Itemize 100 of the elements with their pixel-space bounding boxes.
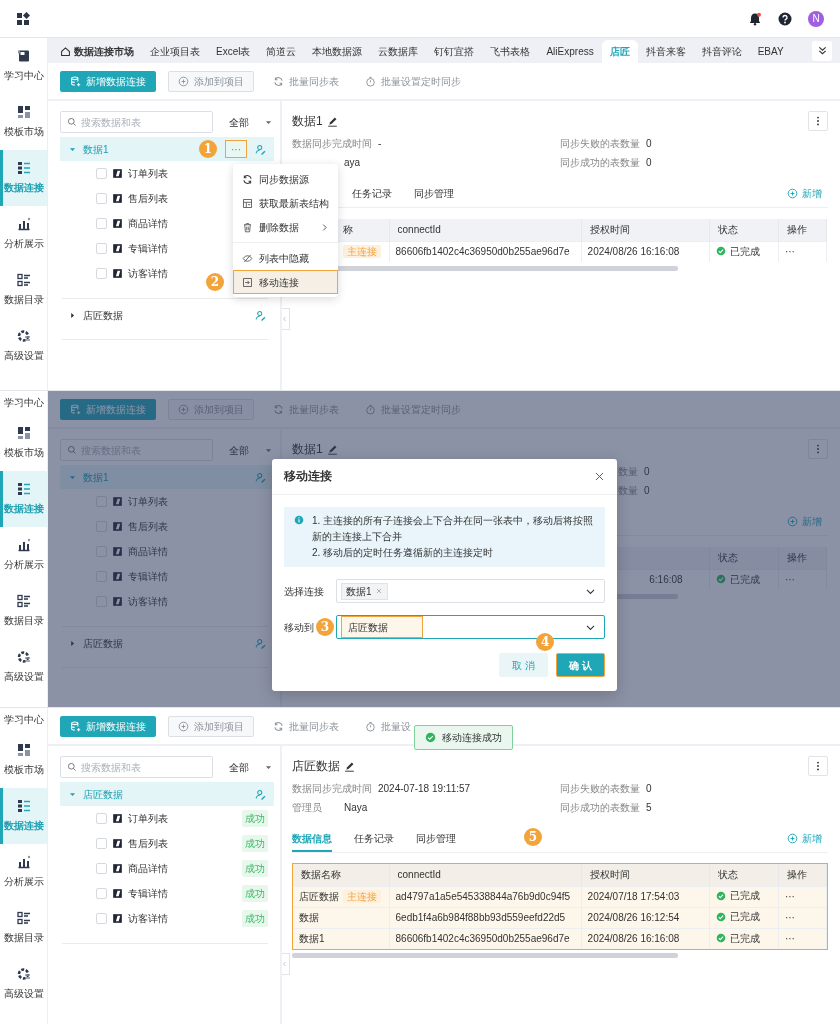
double-chevron-down-icon (816, 45, 828, 56)
sidebar-item[interactable]: 数据目录 (0, 262, 47, 318)
more-options-button[interactable] (808, 439, 828, 459)
success-check-icon (715, 890, 726, 901)
close-button[interactable] (594, 471, 605, 482)
row-actions[interactable]: ··· (784, 246, 795, 258)
edit-icon[interactable] (344, 760, 355, 772)
table-name[interactable]: 商品详情 (128, 216, 168, 231)
search-field[interactable]: 搜索数据和表 (60, 756, 213, 778)
table-name[interactable]: 专辑详情 (128, 886, 168, 901)
user-avatar[interactable]: N (808, 10, 824, 27)
status-tag: 成功 (242, 810, 268, 827)
checkbox[interactable] (96, 888, 107, 899)
sidebar-item[interactable]: 模板市场 (0, 732, 47, 788)
table-name[interactable]: 访客详情 (128, 911, 168, 926)
detail-tab[interactable]: 同步管理 (414, 181, 454, 207)
source-tab[interactable]: AliExpress (538, 40, 602, 63)
table-name[interactable]: 访客详情 (128, 594, 168, 609)
source-tab[interactable]: 本地数据源 (304, 40, 371, 63)
checkbox[interactable] (96, 268, 107, 279)
stat-value: 0 (644, 465, 650, 479)
sidebar-item[interactable]: 分析展示 (0, 206, 47, 262)
row-actions[interactable]: ··· (784, 891, 795, 902)
sidebar-item[interactable]: 高级设置 (0, 639, 47, 695)
tree-node[interactable]: 店匠数据 (60, 303, 274, 327)
checkbox[interactable] (96, 838, 107, 849)
table-name[interactable]: 订单列表 (128, 494, 168, 509)
tree-node[interactable]: 店匠数据 (60, 631, 274, 655)
sidebar-item[interactable]: 学习中心 (0, 708, 47, 732)
table-name[interactable]: 售后列表 (128, 836, 168, 851)
source-tab[interactable]: 飞书表格 (482, 40, 539, 63)
user-edit-icon[interactable] (255, 143, 266, 155)
table-name[interactable]: 售后列表 (128, 191, 168, 206)
user-edit-icon[interactable] (255, 309, 266, 321)
sidebar-item[interactable]: 高级设置 (0, 318, 47, 374)
table-name[interactable]: 专辑详情 (128, 241, 168, 256)
sidebar-item[interactable]: 分析展示 (0, 844, 47, 900)
detail-tab[interactable]: 任务记录 (354, 826, 394, 852)
filter-dropdown[interactable]: 全部 (221, 439, 273, 461)
menu-item[interactable]: 移动连接 (233, 270, 338, 294)
search-field[interactable]: 搜索数据和表 (60, 111, 213, 133)
user-edit-icon[interactable] (255, 788, 266, 800)
checkbox[interactable] (96, 913, 107, 924)
remove-icon[interactable] (374, 587, 383, 595)
sidebar-item[interactable]: 学习中心 (0, 391, 47, 415)
checkbox[interactable] (96, 218, 107, 229)
success-check-icon (715, 911, 726, 922)
menu-item[interactable]: 获取最新表结构 (233, 191, 338, 215)
table-name[interactable]: 售后列表 (128, 519, 168, 534)
table-name[interactable]: 订单列表 (128, 811, 168, 826)
edit-icon[interactable] (326, 115, 338, 127)
source-tab[interactable]: 云数据库 (370, 40, 427, 63)
table-name[interactable]: 商品详情 (128, 861, 168, 876)
notification-bell-icon[interactable] (748, 11, 762, 26)
checkbox[interactable] (96, 193, 107, 204)
sidebar-item[interactable]: 高级设置 (0, 956, 47, 1012)
detail-title: 数据1 (292, 441, 323, 458)
detail-tab[interactable]: 任务记录 (352, 181, 392, 207)
source-tab[interactable]: 企业项目表 (142, 40, 208, 63)
collapse-handle[interactable] (282, 953, 290, 975)
source-tab[interactable]: 抖音评论 (693, 40, 750, 63)
collapse-handle[interactable] (282, 308, 290, 330)
sidebar-item[interactable]: 学习中心 (0, 38, 47, 94)
source-tab[interactable]: 简道云 (258, 40, 305, 63)
expand-tabs-button[interactable] (812, 40, 832, 61)
select-field[interactable]: 数据1 (336, 579, 605, 603)
apps-grid-icon[interactable] (16, 11, 30, 26)
filter-dropdown[interactable]: 全部 (221, 111, 273, 133)
table-name[interactable]: 商品详情 (128, 544, 168, 559)
source-tab[interactable]: 抖音来客 (637, 40, 694, 63)
sidebar-item[interactable]: 模板市场 (0, 415, 47, 471)
filter-dropdown[interactable]: 全部 (221, 756, 273, 778)
source-tab[interactable]: Excel表 (208, 40, 259, 63)
source-tab[interactable]: EBAY (749, 40, 792, 63)
user-edit-icon[interactable] (255, 637, 266, 649)
user-edit-icon[interactable] (255, 471, 266, 483)
source-tab[interactable]: 数据连接市场 (52, 40, 142, 63)
checkbox[interactable] (96, 168, 107, 179)
table-name[interactable]: 专辑详情 (128, 569, 168, 584)
more-options-button[interactable] (808, 756, 828, 776)
table-name[interactable]: 订单列表 (128, 166, 168, 181)
row-actions[interactable]: ··· (784, 912, 795, 923)
checkbox[interactable] (96, 813, 107, 824)
menu-item[interactable]: 同步数据源 (233, 167, 338, 191)
checkbox[interactable] (96, 863, 107, 874)
sidebar-item[interactable]: 模板市场 (0, 94, 47, 150)
more-options-button[interactable] (808, 111, 828, 131)
row-actions[interactable]: ··· (784, 574, 795, 586)
sidebar-item[interactable]: 数据目录 (0, 900, 47, 956)
menu-item[interactable]: 列表中隐藏 (233, 246, 338, 270)
sidebar-item[interactable]: 数据目录 (0, 583, 47, 639)
table-cell: 86606fb1402c4c36950d0b255ae96d7e (395, 246, 570, 258)
scrollbar[interactable] (292, 953, 678, 958)
detail-tab[interactable]: 同步管理 (416, 826, 456, 852)
source-tab[interactable]: 钉钉宜搭 (426, 40, 483, 63)
help-icon[interactable] (778, 11, 792, 26)
table-name[interactable]: 访客详情 (128, 266, 168, 281)
row-actions[interactable]: ··· (784, 933, 795, 945)
checkbox[interactable] (96, 243, 107, 254)
sidebar-item[interactable]: 分析展示 (0, 527, 47, 583)
